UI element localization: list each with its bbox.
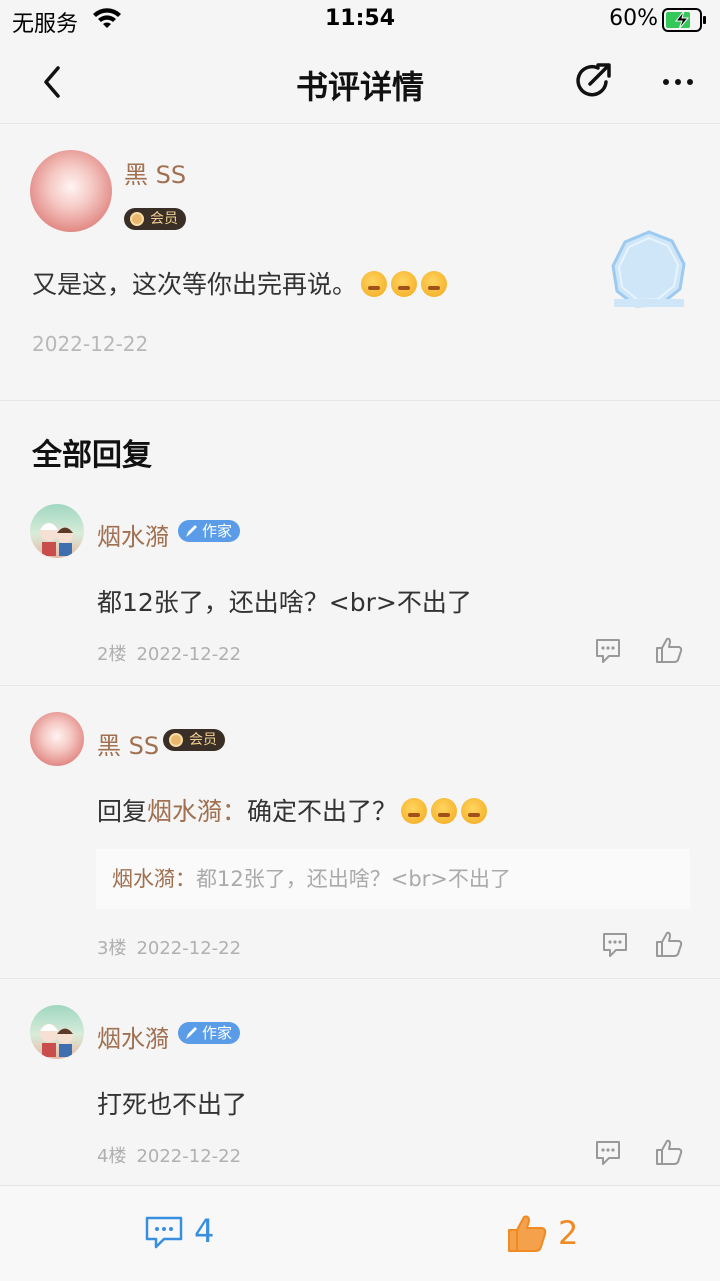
- comment-icon[interactable]: [600, 931, 630, 959]
- writer-badge: 作家: [178, 1022, 241, 1044]
- writer-badge: 作家: [178, 520, 241, 542]
- author-footprint-stamp-icon: [611, 230, 686, 308]
- avatar-illustration-icon: [40, 523, 73, 556]
- reply-text: 打死也不出了: [97, 1090, 248, 1119]
- reply-author[interactable]: 黑 SS: [97, 726, 159, 761]
- like-count: 2: [558, 1214, 579, 1252]
- reply-to-user[interactable]: 烟水漪：: [147, 797, 247, 826]
- avatar[interactable]: [30, 504, 84, 558]
- review-divider: [0, 400, 720, 401]
- replies-heading: 全部回复: [32, 438, 152, 473]
- pen-icon: [186, 1027, 197, 1039]
- member-icon: [169, 733, 183, 747]
- review-text-body: 又是这，这次等你出完再说。: [32, 270, 358, 299]
- reply-date: 2022-12-22: [136, 644, 242, 665]
- reply-text-body: 确定不出了？: [247, 797, 398, 826]
- member-icon: [130, 212, 144, 226]
- battery-charging-icon: [662, 8, 706, 32]
- quoted-author: 烟水漪：: [112, 867, 196, 891]
- review-text: 又是这，这次等你出完再说。: [32, 265, 448, 301]
- shush-emoji-icon: [401, 798, 428, 824]
- member-badge-label: 会员: [189, 732, 217, 748]
- reply-prefix: 回复: [97, 797, 148, 826]
- more-icon[interactable]: [660, 68, 696, 96]
- comment-icon[interactable]: [593, 637, 623, 665]
- floor-number: 3楼: [97, 938, 127, 959]
- member-badge: 会员: [124, 208, 186, 230]
- pen-icon: [186, 525, 197, 537]
- avatar[interactable]: [30, 150, 112, 232]
- review-date: 2022-12-22: [32, 332, 149, 356]
- shush-emoji-icon: [391, 271, 418, 297]
- reply-date: 2022-12-22: [136, 938, 242, 959]
- reply-date: 2022-12-22: [136, 1146, 242, 1167]
- reply-item: 烟水漪 作家 打死也不出了 4楼 2022-12-22: [0, 979, 720, 1184]
- comment-icon[interactable]: [593, 1139, 623, 1167]
- battery-percent: 60%: [609, 6, 658, 31]
- reply-text: 都12张了，还出啥？<br>不出了: [97, 588, 472, 617]
- shush-emoji-icon: [421, 271, 448, 297]
- floor-number: 2楼: [97, 644, 127, 665]
- like-icon[interactable]: [654, 636, 684, 664]
- member-badge-label: 会员: [150, 211, 178, 227]
- reply-meta: 2楼 2022-12-22: [97, 640, 251, 666]
- review-card: 黑 SS 会员 又是这，这次等你出完再说。 2022-12-22: [0, 125, 720, 400]
- shush-emoji-icon: [461, 798, 488, 824]
- member-badge: 会员: [163, 729, 225, 751]
- reply-meta: 3楼 2022-12-22: [97, 934, 251, 960]
- reply-item: 烟水漪 作家 都12张了，还出啥？<br>不出了 2楼 2022-12-22: [0, 500, 720, 686]
- bottom-action-bar: 4 2: [0, 1185, 720, 1281]
- quoted-reply[interactable]: 烟水漪：都12张了，还出啥？<br>不出了: [96, 849, 690, 909]
- like-icon[interactable]: [654, 1138, 684, 1166]
- quoted-text: 都12张了，还出啥？<br>不出了: [196, 867, 511, 891]
- writer-badge-label: 作家: [202, 1024, 233, 1042]
- comment-icon: [145, 1216, 183, 1249]
- share-icon[interactable]: [572, 60, 614, 102]
- shush-emoji-icon: [361, 271, 388, 297]
- comment-count: 4: [194, 1212, 215, 1250]
- review-author[interactable]: 黑 SS: [124, 155, 186, 190]
- reply-meta: 4楼 2022-12-22: [97, 1142, 251, 1168]
- shush-emoji-icon: [431, 798, 458, 824]
- reply-text: 回复烟水漪：确定不出了？: [97, 792, 488, 828]
- floor-number: 4楼: [97, 1146, 127, 1167]
- avatar[interactable]: [30, 712, 84, 766]
- writer-badge-label: 作家: [202, 522, 233, 540]
- reply-item: 黑 SS 会员 回复烟水漪：确定不出了？ 烟水漪：都12张了，还出啥？<br>不…: [0, 686, 720, 978]
- nav-bar: 书评详情: [0, 40, 720, 124]
- status-bar: 无服务 11:54 60%: [0, 0, 720, 40]
- reply-author[interactable]: 烟水漪: [97, 517, 169, 552]
- reply-author[interactable]: 烟水漪: [97, 1019, 169, 1054]
- like-icon[interactable]: [654, 930, 684, 958]
- nav-divider: [0, 123, 720, 124]
- avatar[interactable]: [30, 1005, 84, 1059]
- avatar-illustration-icon: [40, 1024, 73, 1057]
- thumbs-up-icon: [508, 1215, 547, 1252]
